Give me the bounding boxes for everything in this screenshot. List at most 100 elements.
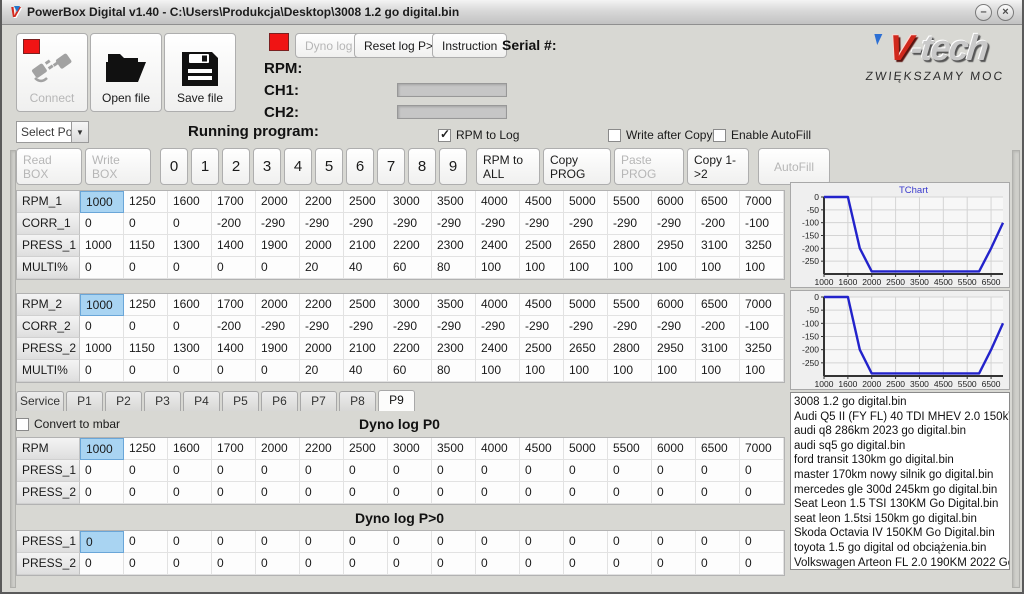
table-cell[interactable]: 2800 [608, 338, 652, 360]
table-cell[interactable]: -290 [256, 316, 300, 338]
digit-6-button[interactable]: 6 [346, 148, 374, 185]
table-cell[interactable]: 0 [80, 316, 124, 338]
table-cell[interactable]: 100 [652, 360, 696, 382]
digit-4-button[interactable]: 4 [284, 148, 312, 185]
table-cell[interactable]: 0 [432, 531, 476, 553]
table-cell[interactable]: 0 [696, 482, 740, 504]
digit-7-button[interactable]: 7 [377, 148, 405, 185]
table-cell[interactable]: 0 [608, 553, 652, 575]
table-cell[interactable]: 2300 [432, 235, 476, 257]
table-cell[interactable]: 0 [168, 531, 212, 553]
table-cell[interactable]: 3000 [388, 191, 432, 213]
file-list-item[interactable]: toyota 1.5 go digital od obciążenia.bin [794, 541, 1009, 556]
table-cell[interactable]: 0 [212, 531, 256, 553]
file-list-item[interactable]: 3008 1.2 go digital.bin [794, 395, 1009, 410]
table-cell[interactable]: -290 [520, 213, 564, 235]
table-cell[interactable]: 0 [696, 460, 740, 482]
table-cell[interactable]: 2000 [256, 294, 300, 316]
tab-p8[interactable]: P8 [339, 391, 376, 411]
table-cell[interactable]: 0 [256, 482, 300, 504]
table-cell[interactable]: 2500 [344, 438, 388, 460]
table-cell[interactable]: 3250 [740, 235, 784, 257]
table-cell[interactable]: 0 [432, 553, 476, 575]
select-port-dropdown[interactable]: Select Port ▼ [16, 121, 89, 143]
table-cell[interactable]: 4000 [476, 294, 520, 316]
table-cell[interactable]: 2200 [388, 235, 432, 257]
table-cell[interactable]: 0 [652, 531, 696, 553]
table-cell[interactable]: 2200 [300, 191, 344, 213]
table-cell[interactable]: 1900 [256, 338, 300, 360]
table-cell[interactable]: 0 [388, 460, 432, 482]
table-cell[interactable]: 0 [256, 257, 300, 279]
tab-p1[interactable]: P1 [66, 391, 103, 411]
table-cell[interactable]: 100 [696, 360, 740, 382]
digit-3-button[interactable]: 3 [253, 148, 281, 185]
table-cell[interactable]: -290 [256, 213, 300, 235]
table-cell[interactable]: 0 [256, 460, 300, 482]
table-cell[interactable]: 3100 [696, 235, 740, 257]
table-cell[interactable]: -290 [608, 316, 652, 338]
table-cell[interactable]: 2000 [256, 438, 300, 460]
table-cell[interactable]: 0 [476, 531, 520, 553]
table-cell[interactable]: 1700 [212, 438, 256, 460]
table-cell[interactable]: 1250 [124, 294, 168, 316]
tab-p5[interactable]: P5 [222, 391, 259, 411]
table-cell[interactable]: -290 [300, 316, 344, 338]
table-cell[interactable]: 0 [432, 482, 476, 504]
right-scrollbar[interactable] [1012, 150, 1020, 588]
table-cell[interactable]: 100 [740, 360, 784, 382]
table-cell[interactable]: -290 [564, 316, 608, 338]
table-cell[interactable]: 100 [476, 257, 520, 279]
table-cell[interactable]: 0 [388, 482, 432, 504]
table-cell[interactable]: 0 [124, 257, 168, 279]
table-cell[interactable]: -290 [432, 316, 476, 338]
table-cell[interactable]: 3000 [388, 438, 432, 460]
table-cell[interactable]: 0 [124, 553, 168, 575]
table-cell[interactable]: 0 [168, 257, 212, 279]
table-cell[interactable]: 0 [652, 460, 696, 482]
table-cell[interactable]: 3250 [740, 338, 784, 360]
autofill-button[interactable]: AutoFill [758, 148, 830, 185]
table-cell[interactable]: 0 [696, 531, 740, 553]
table-cell[interactable]: 40 [344, 257, 388, 279]
table-cell[interactable]: 0 [300, 553, 344, 575]
table-cell[interactable]: 4000 [476, 191, 520, 213]
table-cell[interactable]: 0 [212, 257, 256, 279]
table-cell[interactable]: 100 [476, 360, 520, 382]
table-cell[interactable]: 4500 [520, 438, 564, 460]
table-cell[interactable]: 0 [256, 531, 300, 553]
table-cell[interactable]: 2000 [300, 235, 344, 257]
file-list-item[interactable]: Skoda Octavia IV 150KM Go Digital.bin [794, 526, 1009, 541]
write-box-button[interactable]: Write BOX [85, 148, 151, 185]
table-cell[interactable]: 100 [608, 257, 652, 279]
table-cell[interactable]: 1900 [256, 235, 300, 257]
table-cell[interactable]: -290 [432, 213, 476, 235]
table-cell[interactable]: -200 [696, 213, 740, 235]
table-cell[interactable]: 5000 [564, 191, 608, 213]
table-cell[interactable]: 100 [564, 257, 608, 279]
table-cell[interactable]: 100 [608, 360, 652, 382]
file-list-item[interactable]: master 170km nowy silnik go digital.bin [794, 468, 1009, 483]
table-cell[interactable]: 4500 [520, 294, 564, 316]
save-file-button[interactable]: Save file [164, 33, 236, 112]
table-cell[interactable]: 1250 [124, 191, 168, 213]
table-cell[interactable]: 1600 [168, 191, 212, 213]
table-cell[interactable]: 0 [212, 360, 256, 382]
table-cell[interactable]: 0 [476, 553, 520, 575]
table-cell[interactable]: 1150 [124, 235, 168, 257]
table-cell[interactable]: 2500 [520, 338, 564, 360]
table-cell[interactable]: 0 [520, 482, 564, 504]
file-list-item[interactable]: mercedes gle 300d 245km go digital.bin [794, 483, 1009, 498]
table-cell[interactable]: 3000 [388, 294, 432, 316]
table-cell[interactable]: 0 [344, 553, 388, 575]
table-cell[interactable]: 2650 [564, 338, 608, 360]
table-cell[interactable]: 0 [80, 360, 124, 382]
table-cell[interactable]: 1600 [168, 294, 212, 316]
table-cell[interactable]: 1000 [80, 294, 124, 316]
table-cell[interactable]: 0 [212, 553, 256, 575]
table-cell[interactable]: 1400 [212, 338, 256, 360]
table-cell[interactable]: -290 [476, 213, 520, 235]
tab-service[interactable]: Service [16, 391, 64, 411]
digit-2-button[interactable]: 2 [222, 148, 250, 185]
table-cell[interactable]: 60 [388, 257, 432, 279]
